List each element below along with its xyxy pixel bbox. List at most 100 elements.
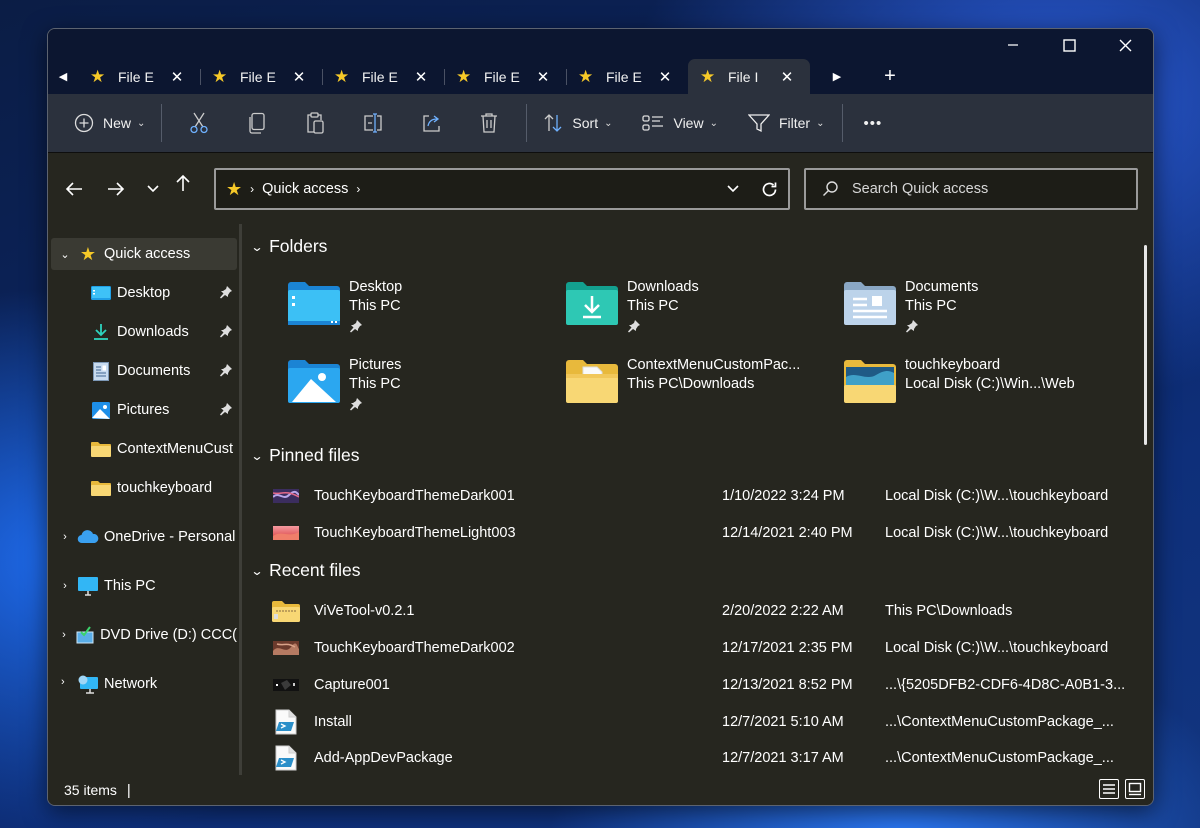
folder-tile-touchkeyboard[interactable]: touchkeyboard Local Disk (C:)\Win...\Web bbox=[843, 357, 1103, 425]
recent-file-row[interactable]: Install 12/7/2021 5:10 AM ...\ContextMen… bbox=[272, 705, 1135, 739]
tab-close-icon[interactable]: ✕ bbox=[290, 68, 308, 86]
chevron-down-icon[interactable]: ⌄ bbox=[53, 248, 77, 261]
sidebar-item-downloads[interactable]: Downloads bbox=[90, 316, 237, 348]
tab-file-explorer-2[interactable]: ★ File E ✕ bbox=[200, 59, 322, 94]
tab-file-explorer-1[interactable]: ★ File E ✕ bbox=[78, 59, 200, 94]
maximize-button[interactable] bbox=[1041, 29, 1097, 61]
sidebar-item-label: DVD Drive (D:) CCC( bbox=[100, 627, 237, 643]
star-icon: ★ bbox=[90, 66, 106, 86]
chevron-right-icon[interactable]: › bbox=[53, 580, 77, 592]
sidebar-item-touchkeyboard[interactable]: touchkeyboard bbox=[90, 472, 237, 504]
refresh-icon[interactable] bbox=[761, 181, 778, 198]
recent-file-row[interactable]: TouchKeyboardThemeDark002 12/17/2021 2:3… bbox=[272, 631, 1135, 665]
onedrive-icon bbox=[77, 527, 99, 547]
breadcrumb-quick-access[interactable]: Quick access bbox=[262, 181, 348, 197]
scrollbar-thumb[interactable] bbox=[1144, 245, 1147, 445]
pin-icon[interactable] bbox=[219, 324, 233, 343]
tab-file-explorer-active[interactable]: ★ File I ✕ bbox=[688, 59, 810, 94]
pin-icon bbox=[905, 319, 919, 338]
folder-tile-documents[interactable]: Documents This PC bbox=[843, 279, 1103, 347]
new-button[interactable]: New ⌄ bbox=[66, 105, 153, 141]
delete-button[interactable] bbox=[460, 105, 518, 141]
folder-tile-downloads[interactable]: Downloads This PC bbox=[565, 279, 825, 347]
tab-close-icon[interactable]: ✕ bbox=[656, 68, 674, 86]
sidebar-item-network[interactable]: Network bbox=[51, 668, 237, 700]
sort-button[interactable]: Sort ⌄ bbox=[535, 105, 620, 141]
address-history-chevron-icon[interactable] bbox=[727, 185, 739, 193]
chevron-right-icon[interactable]: › bbox=[61, 676, 65, 688]
tab-close-icon[interactable]: ✕ bbox=[412, 68, 430, 86]
pin-icon[interactable] bbox=[219, 285, 233, 304]
minimize-button[interactable] bbox=[985, 29, 1041, 61]
see-more-button[interactable]: ••• bbox=[855, 105, 890, 141]
folder-icon bbox=[90, 439, 112, 459]
pinned-file-row[interactable]: TouchKeyboardThemeDark001 1/10/2022 3:24… bbox=[272, 479, 1135, 513]
tab-scroll-left-button[interactable]: ◀ bbox=[48, 62, 78, 92]
sidebar-item-label: Pictures bbox=[117, 402, 170, 418]
sidebar-item-documents[interactable]: Documents bbox=[90, 355, 237, 387]
navigation-pane: ⌄ ★ Quick access Desktop Downloads Docum… bbox=[48, 224, 240, 775]
pinned-file-row[interactable]: TouchKeyboardThemeLight003 12/14/2021 2:… bbox=[272, 516, 1135, 550]
recent-files-section-header[interactable]: ⌄ Recent files bbox=[250, 560, 360, 581]
vertical-scrollbar[interactable] bbox=[1141, 239, 1151, 449]
sidebar-item-dvd-drive[interactable]: › DVD Drive (D:) CCC( bbox=[51, 619, 237, 651]
up-button[interactable] bbox=[170, 172, 196, 194]
tab-file-explorer-3[interactable]: ★ File E ✕ bbox=[322, 59, 444, 94]
details-view-button[interactable] bbox=[1099, 779, 1119, 799]
powershell-script-icon bbox=[272, 709, 300, 735]
copy-button[interactable] bbox=[228, 105, 286, 141]
sidebar-item-this-pc[interactable]: › This PC bbox=[51, 570, 237, 602]
file-name: Capture001 bbox=[314, 677, 390, 693]
folders-section-header[interactable]: ⌄ Folders bbox=[250, 236, 327, 257]
search-input[interactable] bbox=[852, 181, 1112, 197]
close-window-button[interactable] bbox=[1097, 29, 1153, 61]
back-button[interactable] bbox=[61, 178, 87, 200]
chevron-down-icon: ⌄ bbox=[604, 117, 613, 129]
folder-location: Local Disk (C:)\Win...\Web bbox=[905, 376, 1075, 392]
rename-button[interactable] bbox=[344, 105, 402, 141]
tab-file-explorer-4[interactable]: ★ File E ✕ bbox=[444, 59, 566, 94]
sidebar-item-desktop[interactable]: Desktop bbox=[90, 277, 237, 309]
tab-close-icon[interactable]: ✕ bbox=[778, 68, 796, 86]
sidebar-item-label: Downloads bbox=[117, 324, 189, 340]
tab-label: File E bbox=[606, 68, 642, 85]
tab-file-explorer-5[interactable]: ★ File E ✕ bbox=[566, 59, 688, 94]
recent-file-row[interactable]: Add-AppDevPackage 12/7/2021 3:17 AM ...\… bbox=[272, 741, 1135, 775]
recent-locations-button[interactable] bbox=[140, 178, 166, 200]
tab-scroll-right-button[interactable]: ▶ bbox=[822, 62, 852, 92]
folder-location: This PC bbox=[349, 376, 401, 392]
view-list-icon bbox=[642, 115, 664, 131]
search-box[interactable] bbox=[804, 168, 1138, 210]
sidebar-item-pictures[interactable]: Pictures bbox=[90, 394, 237, 426]
chevron-right-icon[interactable]: › bbox=[53, 531, 77, 543]
address-bar[interactable]: ★ › Quick access › bbox=[214, 168, 790, 210]
sidebar-item-contextmenucustom[interactable]: ContextMenuCust bbox=[90, 433, 237, 465]
desktop-folder-icon bbox=[288, 282, 340, 325]
pin-icon bbox=[627, 319, 641, 338]
tab-label: File E bbox=[484, 68, 520, 85]
filter-button[interactable]: Filter ⌄ bbox=[740, 105, 833, 141]
pin-icon[interactable] bbox=[219, 402, 233, 421]
content-pane: ⌄ Folders Desktop This PC Downloads This… bbox=[242, 224, 1139, 775]
folder-tile-pictures[interactable]: Pictures This PC bbox=[287, 357, 547, 425]
tab-close-icon[interactable]: ✕ bbox=[534, 68, 552, 86]
recent-file-row[interactable]: ViVeTool-v0.2.1 2/20/2022 2:22 AM This P… bbox=[272, 594, 1135, 628]
chevron-right-icon[interactable]: › bbox=[53, 629, 75, 641]
folder-tile-desktop[interactable]: Desktop This PC bbox=[287, 279, 547, 347]
recent-file-row[interactable]: Capture001 12/13/2021 8:52 PM ...\{5205D… bbox=[272, 668, 1135, 702]
pinned-files-section-header[interactable]: ⌄ Pinned files bbox=[250, 445, 359, 466]
sidebar-item-onedrive[interactable]: › OneDrive - Personal bbox=[51, 521, 237, 553]
chevron-right-icon[interactable]: › bbox=[356, 182, 360, 196]
toolbar-divider bbox=[842, 104, 844, 142]
new-tab-button[interactable]: + bbox=[870, 62, 910, 92]
large-icons-view-button[interactable] bbox=[1125, 779, 1145, 799]
share-button[interactable] bbox=[402, 105, 460, 141]
pin-icon[interactable] bbox=[219, 363, 233, 382]
forward-button[interactable] bbox=[103, 178, 129, 200]
paste-button[interactable] bbox=[286, 105, 344, 141]
folder-tile-contextmenucustompackage[interactable]: ContextMenuCustomPac... This PC\Download… bbox=[565, 357, 825, 425]
sidebar-item-quick-access[interactable]: ⌄ ★ Quick access bbox=[51, 238, 237, 270]
tab-close-icon[interactable]: ✕ bbox=[168, 68, 186, 86]
view-button[interactable]: View ⌄ bbox=[634, 105, 725, 141]
cut-button[interactable] bbox=[170, 105, 228, 141]
